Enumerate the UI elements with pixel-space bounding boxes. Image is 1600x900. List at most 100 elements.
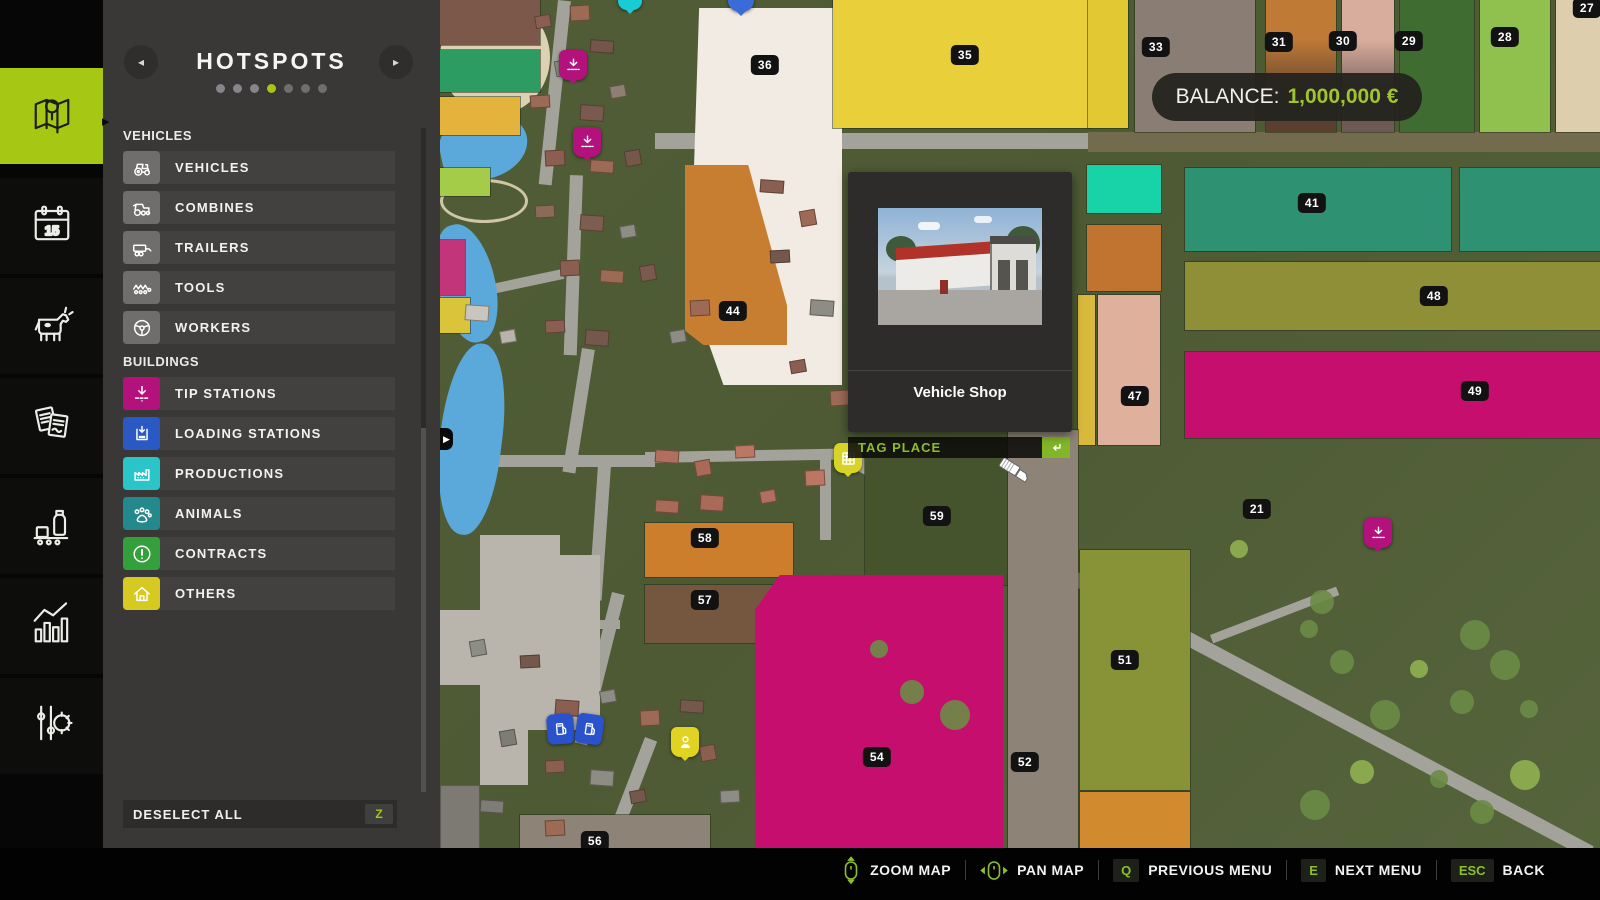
field-number-badge: 31 [1265,32,1293,52]
page-dot[interactable] [267,84,276,93]
page-dot[interactable] [284,84,293,93]
hotspot-filter-loading-stations[interactable]: LOADING STATIONS [123,417,395,450]
sidebar-rail: 15 [0,0,103,848]
enter-arrow-icon [1049,441,1063,455]
production-icon [26,498,78,555]
house [499,729,518,748]
house [469,639,488,658]
field-number-badge: 52 [1011,752,1039,772]
field-47[interactable] [1098,295,1160,445]
menu-item-label: COMBINES [160,200,255,215]
hotspot-filter-animals[interactable]: ANIMALS [123,497,395,530]
tree [1470,800,1494,824]
field-28[interactable] [1480,0,1550,132]
tree [1510,760,1540,790]
house [694,459,713,478]
map-view[interactable]: 3635333130292827414847494458575954525156… [440,0,1600,848]
house [655,449,680,464]
menu-item-label: TIP STATIONS [160,386,277,401]
house [770,249,791,263]
field-number-badge: 29 [1395,31,1423,51]
house [699,494,724,512]
tip-station-marker[interactable] [573,127,601,157]
tag-place-confirm-button[interactable] [1042,437,1070,458]
field-parcel[interactable] [1080,792,1190,848]
gas-station-marker[interactable] [547,714,603,744]
house [735,444,756,458]
sidebar-item-settings[interactable] [0,678,103,774]
tip-icon [578,133,597,152]
field-number-badge: 51 [1111,650,1139,670]
field-number-badge: 21 [1243,499,1271,519]
sidebar-item-statistics[interactable] [0,578,103,674]
field-27[interactable] [1556,0,1600,132]
field-parcel[interactable] [1087,225,1161,291]
hotspot-filter-productions[interactable]: PRODUCTIONS [123,457,395,490]
field-parcel[interactable] [1460,168,1600,251]
mouse-zoom-icon [841,856,861,884]
house [805,469,826,486]
tip-station-marker[interactable] [1364,518,1392,548]
hotspot-filter-tip-stations[interactable]: TIP STATIONS [123,377,395,410]
worker-marker[interactable] [671,727,699,757]
field-parcel[interactable] [440,50,540,92]
panel-collapse-arrow[interactable]: ▶ [440,428,453,450]
field-48[interactable] [1185,262,1600,330]
hint-zoom-map[interactable]: ZOOM MAP [841,856,951,884]
panel-scrollbar[interactable] [421,128,426,792]
house [609,84,627,100]
deselect-all-button[interactable]: DESELECT ALL Z [123,800,397,828]
hint-previous-menu[interactable]: QPREVIOUS MENU [1113,856,1272,884]
hint-back[interactable]: ESCBACK [1451,856,1545,884]
page-dot[interactable] [301,84,310,93]
tree [1520,700,1538,718]
hotspot-filter-vehicles[interactable]: VEHICLES [123,151,395,184]
page-dot[interactable] [233,84,242,93]
field-parcel[interactable] [440,240,465,295]
field-parcel[interactable] [440,168,490,196]
field-parcel[interactable] [440,0,540,45]
key-esc: ESC [1451,859,1494,882]
tooltip-title: Vehicle Shop [848,384,1072,401]
field-52[interactable] [1008,430,1078,848]
field-parcel[interactable] [440,97,520,135]
tree [1330,650,1354,674]
field-parcel[interactable] [1088,0,1128,128]
sidebar-item-calendar[interactable]: 15 [0,178,103,274]
field-parcel[interactable] [1087,165,1161,213]
house [560,259,581,276]
field-51[interactable] [1080,550,1190,790]
sidebar-item-contracts[interactable] [0,378,103,474]
hotspot-filter-contracts[interactable]: CONTRACTS [123,537,395,570]
hotspot-filter-trailers[interactable]: TRAILERS [123,231,395,264]
sidebar-item-map[interactable] [0,68,103,164]
tree [1490,650,1520,680]
calendar-icon: 15 [26,198,78,255]
tip-station-marker[interactable] [559,50,587,80]
sidebar-item-animals[interactable] [0,278,103,374]
hotspot-filter-tools[interactable]: TOOLS [123,271,395,304]
page-dot[interactable] [216,84,225,93]
tree [1230,540,1248,558]
hint-pan-map[interactable]: PAN MAP [980,856,1084,884]
field-49[interactable] [1185,352,1600,438]
divider [1286,860,1287,880]
house [579,104,604,122]
house [760,179,785,194]
hotspot-filter-others[interactable]: OTHERS [123,577,395,610]
sidebar-item-production[interactable] [0,478,103,574]
field-number-badge: 47 [1121,386,1149,406]
divider [1436,860,1437,880]
section-label: VEHICLES [123,128,440,143]
page-dot[interactable] [250,84,259,93]
menu-item-label: TRAILERS [160,240,250,255]
active-tab-arrow-icon: ▸ [102,112,110,130]
hotspots-next-button[interactable]: ▸ [379,45,413,79]
tools-icon [123,271,160,304]
field-58[interactable] [645,523,793,577]
hotspot-filter-combines[interactable]: COMBINES [123,191,395,224]
hotspot-filter-workers[interactable]: WORKERS [123,311,395,344]
hint-next-menu[interactable]: ENEXT MENU [1301,856,1422,884]
page-dot[interactable] [318,84,327,93]
field-parcel[interactable] [1078,295,1095,445]
